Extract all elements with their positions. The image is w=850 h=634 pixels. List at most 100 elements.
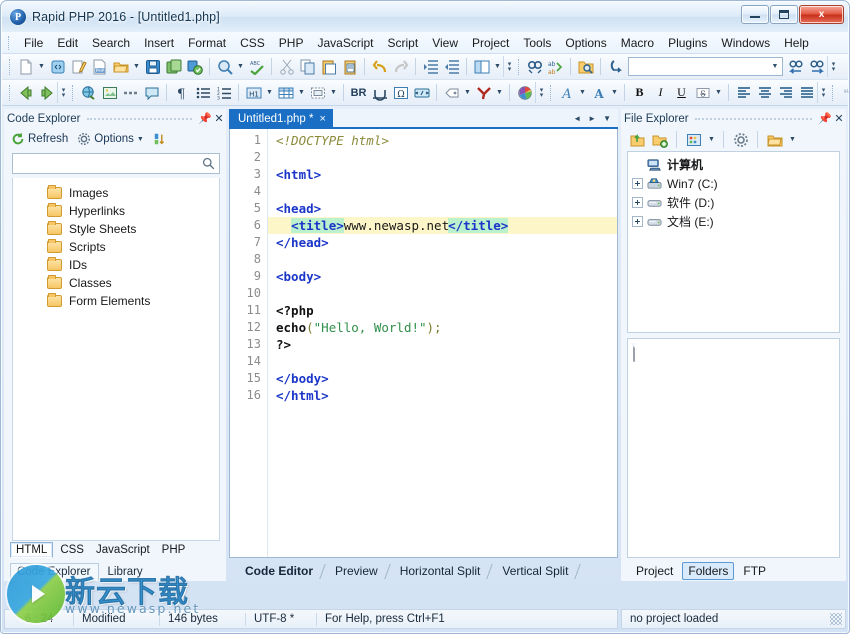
code-explorer-search[interactable]: [12, 153, 220, 174]
quick-tag-dropdown-icon[interactable]: ▼: [494, 82, 505, 103]
panel-tab-library[interactable]: Library: [101, 563, 151, 581]
close-icon[interactable]: ✕: [832, 112, 846, 125]
folder-browse-icon[interactable]: [764, 129, 785, 150]
toolbar-grip[interactable]: [832, 84, 835, 101]
fe-item-computer[interactable]: 计算机: [628, 155, 839, 174]
pin-icon[interactable]: 📌: [818, 112, 832, 125]
menu-view[interactable]: View: [425, 33, 465, 53]
comment-icon[interactable]: [141, 82, 162, 103]
indent-icon[interactable]: [420, 56, 441, 77]
find-icon[interactable]: [524, 56, 545, 77]
strikethrough-icon[interactable]: S: [692, 82, 713, 103]
new-file-icon[interactable]: [15, 56, 36, 77]
toolbar-grip[interactable]: [518, 58, 521, 75]
panel-tab-code-explorer[interactable]: Code Explorer: [10, 563, 99, 581]
quick-find-dropdown-icon[interactable]: ▼: [768, 63, 782, 70]
edit-file-icon[interactable]: [68, 56, 89, 77]
quick-find-combo[interactable]: ▼: [628, 57, 783, 76]
copy-icon[interactable]: [297, 56, 318, 77]
align-center-icon[interactable]: [754, 82, 775, 103]
layer-icon[interactable]: [307, 82, 328, 103]
folder-browse-dropdown-icon[interactable]: ▼: [787, 129, 798, 150]
toolbar-overflow-button[interactable]: ▾ ▾: [535, 82, 547, 103]
toolbar-overflow-button[interactable]: ▾ ▾: [503, 56, 515, 77]
maximize-button[interactable]: [770, 5, 798, 24]
code-editor[interactable]: 1 2 3 4 5 6 7 8 9 10 11 12 13 14 15 16 <…: [229, 129, 618, 558]
font-style-icon[interactable]: A: [588, 82, 609, 103]
menu-php[interactable]: PHP: [272, 33, 311, 53]
resize-grip[interactable]: [830, 613, 842, 625]
font-style-dropdown-icon[interactable]: ▼: [609, 82, 620, 103]
new-from-template-icon[interactable]: [47, 56, 68, 77]
menu-format[interactable]: Format: [181, 33, 233, 53]
replace-icon[interactable]: ab ab: [545, 56, 566, 77]
lang-tab-css[interactable]: CSS: [55, 543, 89, 557]
document-tab-untitled1[interactable]: Untitled1.php * ×: [229, 109, 333, 129]
paste-special-icon[interactable]: [339, 56, 360, 77]
strikethrough-dropdown-icon[interactable]: ▼: [713, 82, 724, 103]
table-dropdown-icon[interactable]: ▼: [296, 82, 307, 103]
code-line[interactable]: [268, 183, 617, 200]
forward-icon[interactable]: [36, 82, 57, 103]
paragraph-icon[interactable]: ¶: [171, 82, 192, 103]
undo-icon[interactable]: [369, 56, 390, 77]
menu-tools[interactable]: Tools: [516, 33, 558, 53]
view-tab-horizontal-split[interactable]: Horizontal Split: [388, 562, 494, 581]
menu-edit[interactable]: Edit: [50, 33, 85, 53]
italic-icon[interactable]: I: [650, 82, 671, 103]
code-line[interactable]: <title>www.newasp.net</title>: [268, 217, 617, 234]
toolbar-overflow-button[interactable]: ▾ ▾: [817, 82, 829, 103]
menu-project[interactable]: Project: [465, 33, 516, 53]
paste-icon[interactable]: [318, 56, 339, 77]
panel-tab-folders[interactable]: Folders: [682, 561, 735, 580]
search-icon[interactable]: [202, 157, 215, 170]
panel-tab-ftp[interactable]: FTP: [738, 563, 771, 579]
close-button[interactable]: x: [799, 5, 844, 24]
br-icon[interactable]: BR: [348, 82, 369, 103]
view-tab-preview[interactable]: Preview: [323, 562, 391, 581]
open-file-icon[interactable]: [626, 129, 647, 150]
outdent-icon[interactable]: [441, 56, 462, 77]
bold-icon[interactable]: B: [629, 82, 650, 103]
tree-item-images[interactable]: Images: [13, 184, 219, 202]
quote-icon[interactable]: ❝❞: [838, 82, 849, 103]
code-explorer-search-input[interactable]: [13, 156, 202, 171]
tree-item-ids[interactable]: IDs: [13, 256, 219, 274]
split-view-icon[interactable]: [471, 56, 492, 77]
dock-grip[interactable]: [694, 117, 812, 120]
close-icon[interactable]: ×: [319, 113, 325, 125]
color-picker-icon[interactable]: [514, 82, 535, 103]
code-line[interactable]: </html>: [268, 387, 617, 404]
lang-tab-php[interactable]: PHP: [157, 543, 191, 557]
ordered-list-icon[interactable]: 123: [213, 82, 234, 103]
save-as-icon[interactable]: [163, 56, 184, 77]
dock-grip[interactable]: [86, 117, 192, 120]
tree-item-classes[interactable]: Classes: [13, 274, 219, 292]
minimize-button[interactable]: [741, 5, 769, 24]
lang-tab-javascript[interactable]: JavaScript: [91, 543, 155, 557]
goto-line-icon[interactable]: [605, 56, 626, 77]
cut-icon[interactable]: [276, 56, 297, 77]
heading-dropdown-icon[interactable]: ▼: [264, 82, 275, 103]
tree-item-scripts[interactable]: Scripts: [13, 238, 219, 256]
toolbar-overflow-button[interactable]: ▾ ▾: [57, 82, 69, 103]
sort-az-button[interactable]: [150, 131, 170, 147]
heading-icon[interactable]: H1: [243, 82, 264, 103]
tree-item-style-sheets[interactable]: Style Sheets: [13, 220, 219, 238]
new-file-dropdown-icon[interactable]: ▼: [36, 56, 47, 77]
preview-dropdown-icon[interactable]: ▼: [235, 56, 246, 77]
redo-icon[interactable]: [390, 56, 411, 77]
menu-insert[interactable]: Insert: [137, 33, 181, 53]
horizontal-rule-icon[interactable]: [120, 82, 141, 103]
close-icon[interactable]: ✕: [212, 112, 226, 125]
toolbar-overflow-button[interactable]: ▾ ▾: [827, 56, 839, 77]
special-character-icon[interactable]: Ω: [390, 82, 411, 103]
lang-tab-html[interactable]: HTML: [10, 542, 54, 558]
nbsp-icon[interactable]: [369, 82, 390, 103]
code-line[interactable]: <html>: [268, 166, 617, 183]
code-line[interactable]: <?php: [268, 302, 617, 319]
code-explorer-tree[interactable]: Images Hyperlinks Style Sheets Scripts I…: [12, 178, 220, 541]
align-right-icon[interactable]: [775, 82, 796, 103]
tag-icon[interactable]: [441, 82, 462, 103]
fe-item-drive-d[interactable]: 软件 (D:): [628, 193, 839, 212]
